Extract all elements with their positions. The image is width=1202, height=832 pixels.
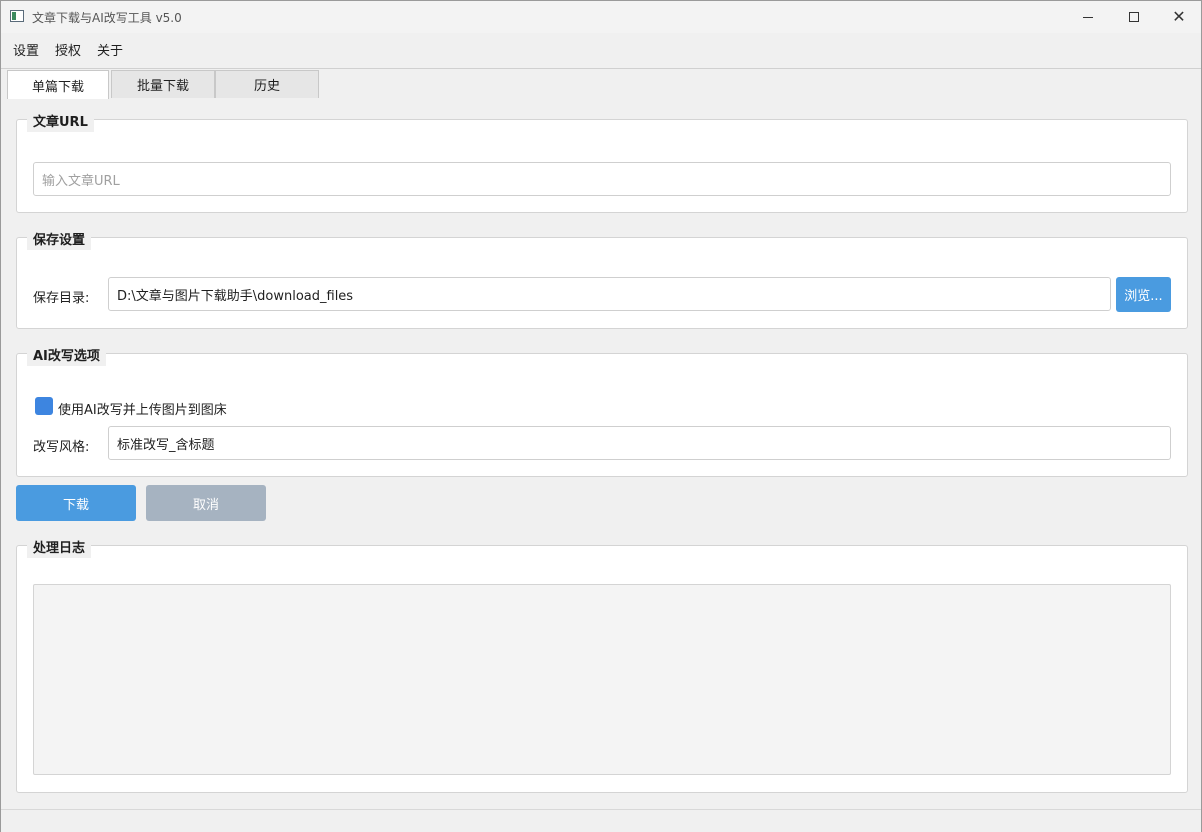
log-group-title: 处理日志 (27, 534, 92, 558)
maximize-button[interactable] (1111, 1, 1157, 33)
url-input[interactable]: 输入文章URL (33, 162, 1171, 196)
close-button[interactable]: ✕ (1156, 1, 1202, 33)
maximize-icon (1129, 12, 1139, 22)
tab-bar: 单篇下载 批量下载 历史 (7, 70, 319, 99)
menu-settings[interactable]: 设置 (5, 40, 47, 59)
ai-rewrite-checkbox-label[interactable]: 使用AI改写并上传图片到图床 (58, 399, 227, 418)
menu-divider (1, 68, 1201, 69)
minimize-button[interactable] (1065, 1, 1111, 33)
menu-bar: 设置 授权 关于 (1, 35, 1201, 63)
minimize-icon (1083, 16, 1093, 18)
tab-batch-download[interactable]: 批量下载 (111, 70, 215, 98)
save-settings-group: 保存设置 保存目录: D:\文章与图片下载助手\download_files 浏… (16, 226, 1188, 329)
cancel-button[interactable]: 取消 (146, 485, 266, 521)
ai-rewrite-checkbox[interactable] (35, 397, 53, 415)
title-bar: 文章下载与AI改写工具 v5.0 ✕ (1, 1, 1201, 33)
rewrite-style-select[interactable]: 标准改写_含标题 (108, 426, 1171, 460)
status-bar (1, 809, 1201, 832)
tab-single-download[interactable]: 单篇下载 (7, 70, 109, 99)
tab-history[interactable]: 历史 (215, 70, 319, 98)
browse-button[interactable]: 浏览... (1116, 277, 1171, 312)
rewrite-style-label: 改写风格: (33, 440, 90, 455)
ai-options-title: AI改写选项 (27, 342, 106, 366)
log-group: 处理日志 (16, 534, 1188, 793)
save-settings-title: 保存设置 (27, 226, 92, 250)
menu-license[interactable]: 授权 (47, 40, 89, 59)
app-icon (10, 10, 24, 22)
close-icon: ✕ (1172, 7, 1186, 26)
ai-options-group: AI改写选项 使用AI改写并上传图片到图床 改写风格: 标准改写_含标题 (16, 342, 1188, 477)
window-title: 文章下载与AI改写工具 v5.0 (32, 11, 182, 25)
menu-about[interactable]: 关于 (89, 40, 131, 59)
save-dir-label: 保存目录: (33, 291, 90, 306)
url-group-title: 文章URL (27, 108, 94, 132)
save-dir-input[interactable]: D:\文章与图片下载助手\download_files (108, 277, 1111, 311)
url-group: 文章URL 输入文章URL (16, 108, 1188, 213)
download-button[interactable]: 下载 (16, 485, 136, 521)
app-window: 文章下载与AI改写工具 v5.0 ✕ 设置 授权 关于 单篇下载 批量下载 历史… (0, 0, 1202, 832)
log-output[interactable] (33, 584, 1171, 775)
